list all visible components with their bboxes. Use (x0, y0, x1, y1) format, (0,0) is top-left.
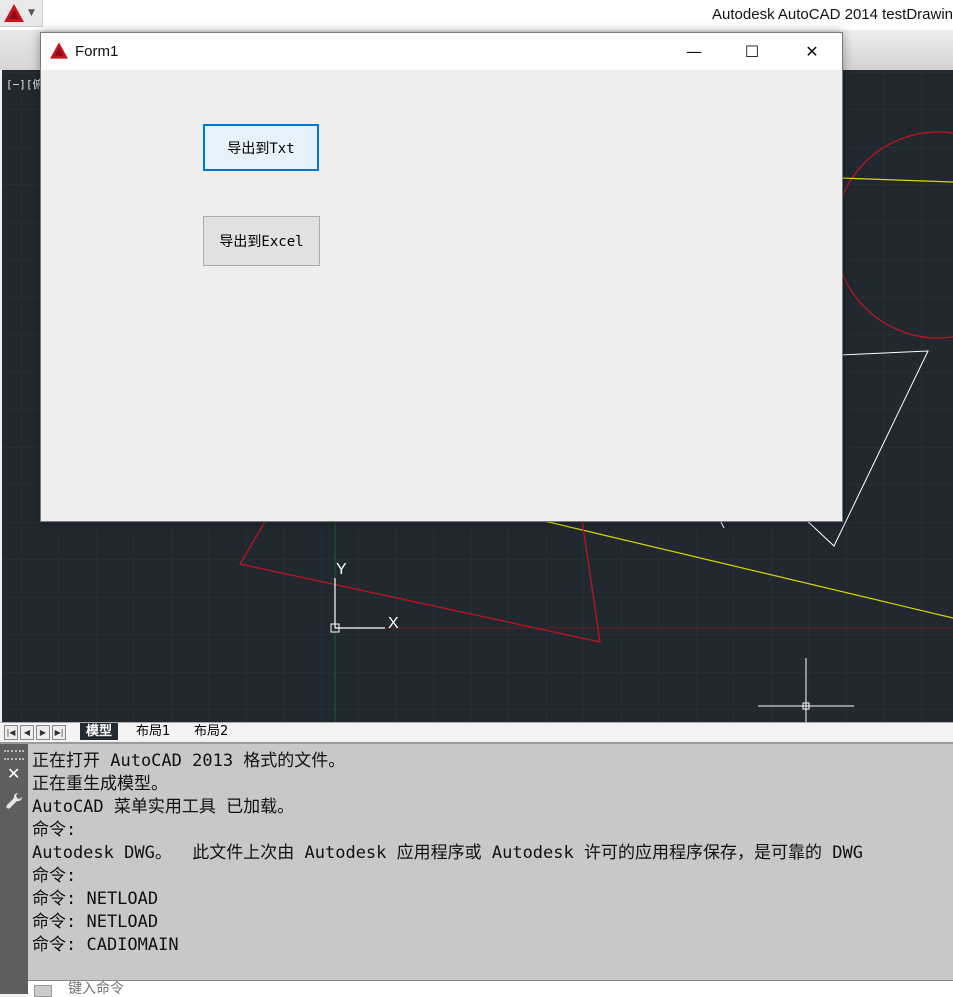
app-title: Autodesk AutoCAD 2014 testDrawin (712, 6, 953, 23)
maximize-button[interactable]: ☐ (723, 33, 781, 70)
command-history-line: AutoCAD 菜单实用工具 已加载。 (32, 797, 295, 817)
command-history-line: 正在重生成模型。 (32, 774, 168, 794)
close-button[interactable]: ✕ (783, 33, 841, 70)
acad-titlebar: ▼ Autodesk AutoCAD 2014 testDrawin (0, 0, 953, 31)
tab-layout2[interactable]: 布局2 (188, 723, 234, 740)
export-txt-button[interactable]: 导出到Txt (203, 124, 319, 171)
command-history-line: 正在打开 AutoCAD 2013 格式的文件。 (32, 751, 346, 771)
form1-dialog: Form1 — ☐ ✕ 导出到Txt 导出到Excel (40, 32, 843, 522)
layout-tabs-bar: |◀ ◀ ▶ ▶| 模型 布局1 布局2 (0, 722, 953, 741)
next-tab-icon[interactable]: ▶ (36, 725, 50, 740)
command-prompt-icon[interactable] (34, 985, 52, 997)
tab-model[interactable]: 模型 (80, 723, 119, 740)
close-icon[interactable]: ✕ (7, 764, 20, 783)
command-input-row (28, 980, 953, 997)
export-excel-button[interactable]: 导出到Excel (203, 216, 320, 266)
command-history-line: 命令: (32, 866, 77, 886)
ucs-x-label: X (388, 615, 399, 632)
autocad-logo-icon (4, 4, 24, 22)
command-input[interactable] (68, 981, 368, 997)
command-history: 正在打开 AutoCAD 2013 格式的文件。 正在重生成模型。 AutoCA… (32, 750, 953, 970)
application-menu-button[interactable]: ▼ (0, 0, 43, 27)
first-tab-icon[interactable]: |◀ (4, 725, 18, 740)
wrench-icon[interactable] (5, 792, 23, 810)
ribbon-panel (840, 30, 953, 70)
form1-title: Form1 (75, 43, 119, 60)
autocad-logo-icon (50, 42, 68, 59)
ucs-y-label: Y (336, 561, 347, 578)
drag-handle-icon[interactable] (4, 750, 24, 760)
last-tab-icon[interactable]: ▶| (52, 725, 66, 740)
minimize-button[interactable]: — (665, 33, 723, 70)
command-history-line: 命令: NETLOAD (32, 889, 159, 909)
tab-layout1[interactable]: 布局1 (130, 723, 176, 740)
command-history-line: 命令: (32, 820, 77, 840)
command-history-line: 命令: NETLOAD (32, 912, 159, 932)
command-window: ✕ 正在打开 AutoCAD 2013 格式的文件。 正在重生成模型。 Auto… (0, 742, 953, 997)
command-history-line: Autodesk DWG。 此文件上次由 Autodesk 应用程序或 Auto… (32, 843, 863, 863)
chevron-down-icon: ▼ (28, 8, 35, 18)
form1-titlebar[interactable]: Form1 — ☐ ✕ (41, 33, 842, 70)
prev-tab-icon[interactable]: ◀ (20, 725, 34, 740)
command-window-sidebar: ✕ (0, 744, 28, 994)
command-history-line: 命令: CADIOMAIN (32, 935, 179, 955)
